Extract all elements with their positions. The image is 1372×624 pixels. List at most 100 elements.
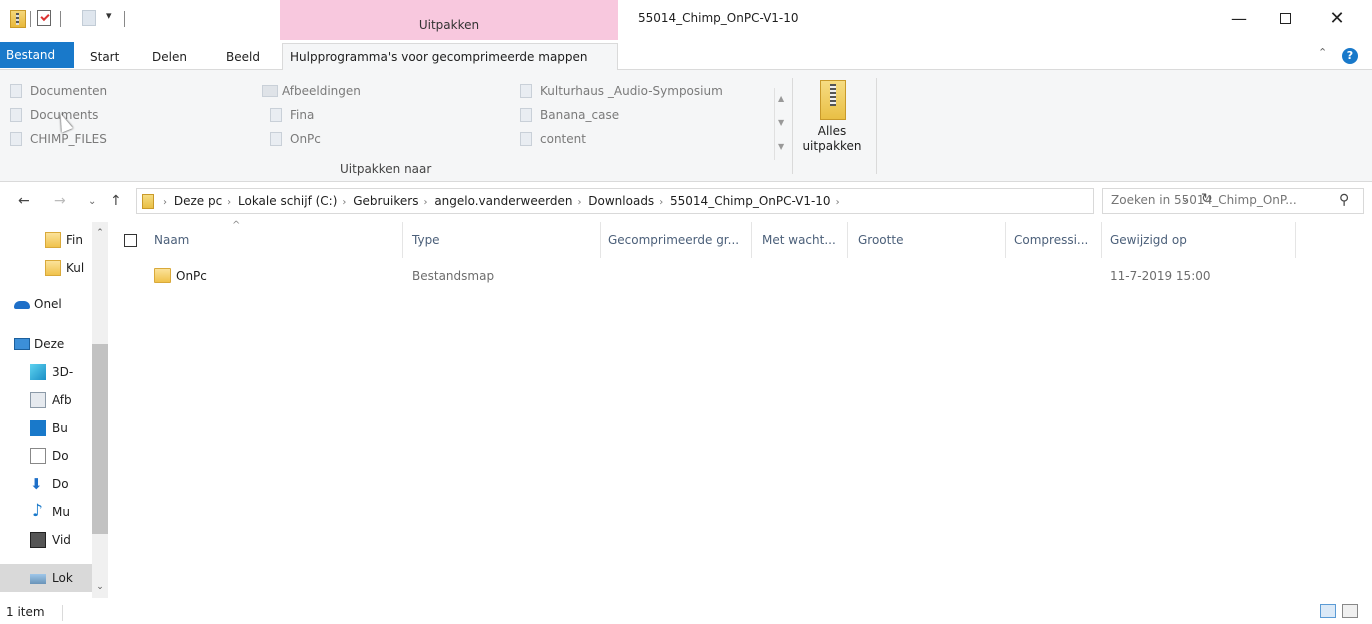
group-divider [792, 78, 793, 174]
nav-item-label: 3D- [52, 365, 74, 379]
destination-label: Banana_case [540, 108, 620, 122]
nav-item[interactable]: Kul [0, 254, 92, 282]
column-header-compression[interactable]: Compressi... [1008, 222, 1102, 258]
destination-item[interactable]: Afbeeldingen [262, 80, 502, 102]
nav-item-label: Onel [34, 297, 62, 311]
destination-item[interactable]: Banana_case [520, 104, 770, 126]
tab-view[interactable]: Beeld [226, 45, 260, 70]
nav-item[interactable]: Vid [0, 526, 92, 554]
nav-scroll-thumb[interactable] [92, 344, 108, 534]
maximize-icon [1279, 13, 1291, 24]
breadcrumb-separator-icon[interactable]: › [227, 197, 231, 208]
scroll-down-icon[interactable]: ▼ [778, 118, 784, 127]
destination-item[interactable]: CHIMP_FILES [10, 128, 250, 150]
help-icon[interactable]: ? [1342, 48, 1358, 64]
details-view-icon[interactable] [1320, 604, 1336, 618]
folder-icon [45, 232, 61, 248]
properties-icon[interactable] [37, 10, 51, 26]
breadcrumb-separator-icon[interactable]: › [423, 197, 427, 208]
customize-qat-icon[interactable]: ▾ [106, 9, 112, 22]
folder-icon[interactable] [10, 10, 26, 28]
search-box[interactable]: ⚲ [1102, 188, 1364, 214]
breadcrumb-separator-icon[interactable]: › [342, 197, 346, 208]
up-arrow-icon[interactable]: ↑ [110, 193, 122, 209]
nav-item[interactable]: Afb [0, 386, 92, 414]
column-header-modified[interactable]: Gewijzigd op [1104, 222, 1296, 258]
column-header-name[interactable]: Naam [148, 222, 403, 258]
breadcrumb-item[interactable]: Downloads [588, 194, 654, 208]
breadcrumb-separator-icon[interactable]: › [659, 197, 663, 208]
file-type: Bestandsmap [412, 269, 495, 283]
destination-label: CHIMP_FILES [30, 132, 107, 146]
column-header-size[interactable]: Grootte [852, 222, 1006, 258]
destination-item[interactable]: Documents [10, 104, 250, 126]
documents-icon [30, 448, 46, 464]
status-bar: 1 item [0, 600, 1372, 624]
column-header-compressed-size[interactable]: Gecomprimeerde gr... [602, 222, 752, 258]
breadcrumb-separator-icon[interactable]: › [577, 197, 581, 208]
scroll-down-icon[interactable]: ⌄ [92, 582, 108, 592]
nav-item[interactable]: Bu [0, 414, 92, 442]
blank-file-icon [10, 132, 22, 146]
nav-item[interactable]: Deze [0, 330, 92, 358]
column-header-type[interactable]: Type [406, 222, 601, 258]
select-all-checkbox[interactable] [124, 234, 137, 247]
scroll-up-icon[interactable]: ⌃ [92, 228, 108, 238]
recent-locations-icon[interactable]: ⌄ [88, 196, 96, 207]
nav-item[interactable]: Mu [0, 498, 92, 526]
local-disk-icon [30, 574, 46, 584]
column-header-password[interactable]: Met wacht... [756, 222, 848, 258]
extract-all-button[interactable]: Alles uitpakken [796, 76, 868, 162]
3d-objects-icon [30, 364, 46, 380]
column-header-row: Naam ^ Type Gecomprimeerde gr... Met wac… [116, 220, 1372, 258]
tab-start[interactable]: Start [90, 45, 119, 70]
table-row[interactable]: OnPc Bestandsmap 11-7-2019 15:00 [116, 264, 1372, 288]
search-input[interactable] [1111, 193, 1336, 207]
search-icon[interactable]: ⚲ [1339, 192, 1349, 208]
nav-item[interactable]: 3D- [0, 358, 92, 386]
destination-item[interactable]: content [520, 128, 770, 150]
gallery-scrollbar[interactable]: ▲ ▼ ▼ [774, 88, 790, 160]
file-name: OnPc [176, 269, 207, 283]
gallery-expand-icon[interactable]: ▼ [778, 142, 784, 151]
nav-item-label: Mu [52, 505, 70, 519]
file-modified: 11-7-2019 15:00 [1110, 269, 1211, 283]
nav-item[interactable]: Do [0, 470, 92, 498]
large-icons-view-icon[interactable] [1342, 604, 1358, 618]
breadcrumb-item[interactable]: Gebruikers [353, 194, 418, 208]
destination-item[interactable]: Fina [270, 104, 510, 126]
tab-file[interactable]: Bestand [0, 42, 74, 68]
destination-label: Documenten [30, 84, 108, 98]
collapse-ribbon-icon[interactable]: ⌃ [1318, 46, 1327, 59]
tab-share[interactable]: Delen [152, 45, 187, 70]
maximize-button[interactable] [1262, 0, 1308, 40]
nav-item-label: Vid [52, 533, 71, 547]
blank-file-icon [10, 108, 22, 122]
destination-item[interactable]: Documenten [10, 80, 250, 102]
blank-file-icon [270, 132, 282, 146]
tab-compressed-folder-tools[interactable]: Hulpprogramma's voor gecomprimeerde mapp… [282, 43, 618, 71]
nav-item[interactable]: Lok [0, 564, 92, 592]
nav-item[interactable]: Fin [0, 226, 92, 254]
back-arrow-icon[interactable]: ← [18, 193, 30, 209]
close-button[interactable]: ✕ [1314, 0, 1360, 40]
scroll-up-icon[interactable]: ▲ [778, 94, 784, 103]
qat-separator [60, 11, 61, 27]
breadcrumb-item[interactable]: Deze pc [174, 194, 222, 208]
destination-item[interactable]: OnPc [270, 128, 510, 150]
extract-all-label: Alles uitpakken [802, 124, 862, 153]
breadcrumb-separator-icon[interactable]: › [836, 197, 840, 208]
nav-item-label: Deze [34, 337, 65, 351]
breadcrumb-item[interactable]: angelo.vanderweerden [434, 194, 572, 208]
breadcrumb-item[interactable]: 55014_Chimp_OnPC-V1-10 [670, 194, 831, 208]
new-folder-icon[interactable] [82, 10, 96, 26]
forward-arrow-icon[interactable]: → [54, 193, 66, 209]
nav-item[interactable]: Onel [0, 290, 92, 318]
minimize-button[interactable]: — [1216, 0, 1262, 40]
destination-item[interactable]: Kulturhaus _Audio-Symposium [520, 80, 770, 102]
folder-icon [45, 260, 61, 276]
nav-item[interactable]: Do [0, 442, 92, 470]
address-bar[interactable]: › Deze pc › Lokale schijf (C:) › Gebruiker… [136, 188, 1213, 214]
downloads-icon [30, 470, 46, 498]
breadcrumb-item[interactable]: Lokale schijf (C:) [238, 194, 337, 208]
